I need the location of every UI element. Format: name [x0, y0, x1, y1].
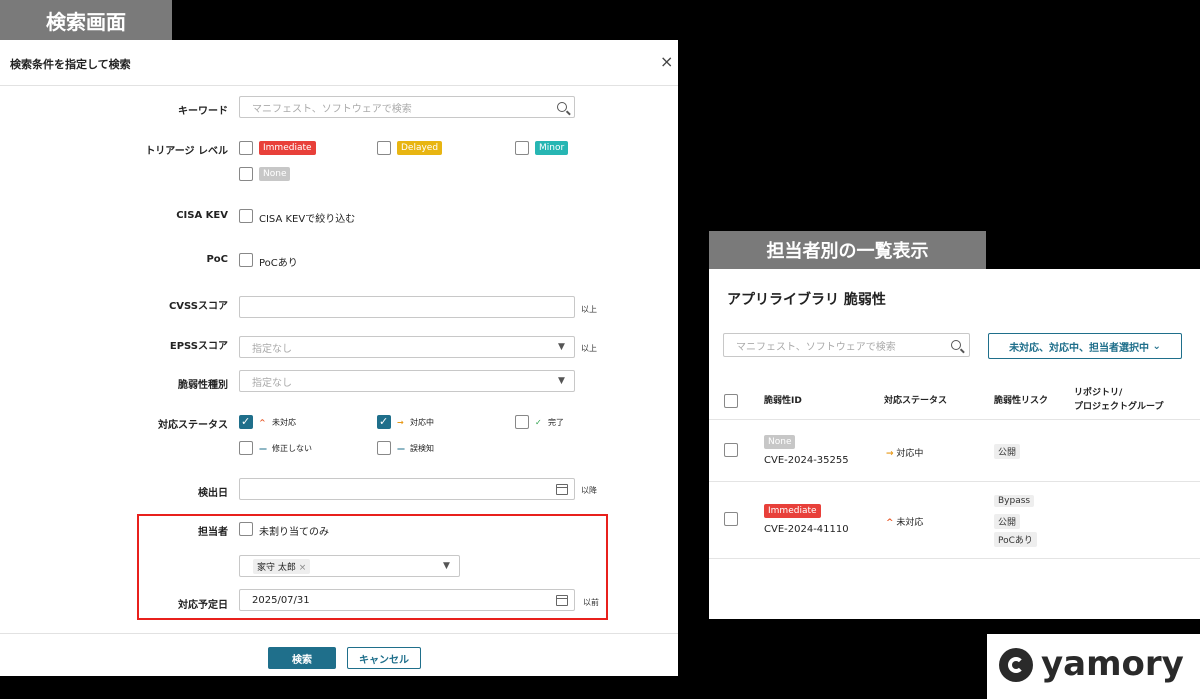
logo-text: yamory — [1041, 644, 1184, 684]
panel-search-input[interactable]: マニフェスト、ソフトウェアで検索 — [723, 333, 970, 357]
poc-label: PoC — [206, 254, 228, 265]
status-falsepositive-option: — 誤検知 — [397, 444, 434, 453]
triage-minor-checkbox[interactable] — [515, 141, 529, 155]
triage-delayed-tag: Delayed — [397, 141, 443, 155]
cvss-label: CVSSスコア — [168, 301, 228, 312]
yamory-mark-icon — [999, 648, 1033, 682]
detected-label: 検出日 — [198, 488, 228, 499]
row-status: → 対応中 — [886, 449, 924, 459]
col-status: 対応ステータス — [884, 396, 948, 406]
panel-title: アプリライブラリ 脆弱性 — [727, 292, 886, 308]
triage-badge: None — [764, 435, 796, 449]
list-view-label: 担当者別の一覧表示 — [709, 231, 986, 269]
cvss-input[interactable] — [239, 296, 575, 318]
cve-id[interactable]: CVE-2024-41110 — [764, 524, 849, 535]
filter-button[interactable]: 未対応、対応中、担当者選択中 ⌄ — [988, 333, 1182, 359]
select-all-checkbox[interactable] — [724, 394, 738, 408]
row-checkbox[interactable] — [724, 512, 738, 526]
poc-checkbox[interactable] — [239, 253, 253, 267]
vulnerability-list-panel: アプリライブラリ 脆弱性 マニフェスト、ソフトウェアで検索 未対応、対応中、担当… — [709, 269, 1200, 619]
risk-tag: 公開 — [994, 514, 1021, 529]
col-vuln-id: 脆弱性ID — [764, 396, 802, 406]
cancel-button[interactable]: キャンセル — [347, 647, 421, 669]
poc-option: PoCあり — [259, 258, 298, 269]
cisa-kev-option: CISA KEVで絞り込む — [259, 214, 356, 225]
search-icon[interactable] — [951, 340, 961, 350]
row-divider — [709, 481, 1200, 482]
vuln-type-placeholder: 指定なし — [252, 377, 292, 389]
row-divider — [709, 419, 1200, 420]
close-icon[interactable]: × — [660, 52, 673, 71]
arrow-right-icon: → — [397, 418, 404, 427]
calendar-icon[interactable] — [556, 484, 568, 495]
dash-icon: — — [397, 444, 405, 453]
status-label: 対応ステータス — [158, 420, 228, 431]
cisa-kev-checkbox[interactable] — [239, 209, 253, 223]
search-modal: 検索条件を指定して検索 × キーワード マニフェスト、ソフトウェアで検索 トリア… — [0, 40, 678, 676]
chevron-down-icon: ▼ — [558, 342, 565, 352]
epss-suffix: 以上 — [581, 344, 597, 353]
caret-up-icon: ^ — [886, 518, 894, 528]
keyword-label: キーワード — [178, 106, 228, 117]
status-unhandled-option: ^ 未対応 — [259, 418, 296, 427]
row-checkbox[interactable] — [724, 443, 738, 457]
detected-suffix: 以降 — [581, 486, 597, 495]
arrow-right-icon: → — [886, 449, 894, 459]
panel-search-placeholder: マニフェスト、ソフトウェアで検索 — [736, 341, 896, 353]
triage-badge: Immediate — [764, 504, 821, 518]
col-project-group: プロジェクトグループ — [1074, 402, 1164, 412]
yamory-logo: yamory — [987, 634, 1200, 699]
triage-none-tag: None — [259, 167, 291, 181]
modal-title: 検索条件を指定して検索 — [10, 58, 131, 71]
cvss-suffix: 以上 — [581, 305, 597, 314]
chevron-down-icon: ▼ — [558, 376, 565, 386]
col-risk: 脆弱性リスク — [994, 396, 1049, 406]
modal-footer — [0, 633, 678, 676]
search-button[interactable]: 検索 — [268, 647, 336, 669]
epss-select[interactable]: 指定なし ▼ — [239, 336, 575, 358]
status-inprogress-option: → 対応中 — [397, 418, 434, 427]
triage-immediate-tag: Immediate — [259, 141, 316, 155]
status-wontfix-checkbox[interactable] — [239, 441, 253, 455]
risk-tag: PoCあり — [994, 532, 1037, 547]
triage-label: トリアージ レベル — [145, 146, 228, 157]
row-status: ^ 未対応 — [886, 518, 924, 528]
row-divider — [709, 558, 1200, 559]
triage-none-checkbox[interactable] — [239, 167, 253, 181]
caret-up-icon: ^ — [259, 418, 266, 427]
vuln-type-label: 脆弱性種別 — [178, 380, 228, 391]
risk-tag: Bypass — [994, 495, 1035, 507]
status-done-option: ✓ 完了 — [535, 418, 564, 427]
cve-id[interactable]: CVE-2024-35255 — [764, 455, 849, 466]
highlight-frame — [137, 514, 608, 620]
triage-delayed-checkbox[interactable] — [377, 141, 391, 155]
status-unhandled-checkbox[interactable] — [239, 415, 253, 429]
search-screen-label: 検索画面 — [0, 0, 172, 40]
status-done-checkbox[interactable] — [515, 415, 529, 429]
dash-icon: — — [259, 444, 267, 453]
vuln-type-select[interactable]: 指定なし ▼ — [239, 370, 575, 392]
risk-tag: 公開 — [994, 444, 1021, 459]
detected-date-input[interactable] — [239, 478, 575, 500]
epss-label: EPSSスコア — [169, 341, 228, 352]
check-icon: ✓ — [535, 418, 542, 427]
chevron-down-icon: ⌄ — [1152, 340, 1161, 352]
search-icon[interactable] — [557, 102, 567, 112]
keyword-input[interactable]: マニフェスト、ソフトウェアで検索 — [239, 96, 575, 118]
status-wontfix-option: — 修正しない — [259, 444, 312, 453]
col-repo: リポジトリ/ — [1074, 388, 1123, 398]
cisa-kev-label: CISA KEV — [176, 210, 228, 221]
status-inprogress-checkbox[interactable] — [377, 415, 391, 429]
keyword-placeholder: マニフェスト、ソフトウェアで検索 — [252, 103, 412, 115]
triage-minor-tag: Minor — [535, 141, 569, 155]
modal-header: 検索条件を指定して検索 × — [0, 40, 678, 86]
status-falsepositive-checkbox[interactable] — [377, 441, 391, 455]
epss-placeholder: 指定なし — [252, 343, 292, 355]
triage-immediate-checkbox[interactable] — [239, 141, 253, 155]
